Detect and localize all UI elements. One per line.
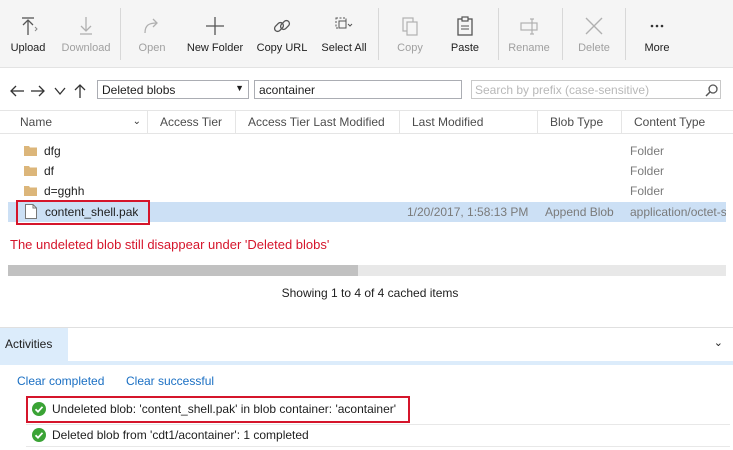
rename-label: Rename xyxy=(508,42,550,54)
copy-button[interactable]: Copy xyxy=(394,0,426,68)
clear-successful-link[interactable]: Clear successful xyxy=(126,374,214,388)
rename-button[interactable]: Rename xyxy=(508,0,550,68)
row-content-type: Folder xyxy=(630,164,665,178)
row-last-modified: 1/20/2017, 1:58:13 PM xyxy=(407,205,529,219)
horizontal-scrollbar[interactable] xyxy=(8,265,726,276)
new-folder-button[interactable]: New Folder xyxy=(187,0,243,68)
paste-label: Paste xyxy=(450,42,480,54)
row-name: dfg xyxy=(44,144,61,158)
folder-icon xyxy=(24,186,37,196)
scrollbar-thumb[interactable] xyxy=(8,265,358,276)
activities-divider xyxy=(0,361,733,365)
select-all-label: Select All xyxy=(321,42,367,54)
column-name-label: Name xyxy=(20,115,53,129)
toolbar: Upload Download Open New Folder Copy URL… xyxy=(0,0,733,68)
row-content-type: application/octet-s xyxy=(630,205,726,219)
row-content-type: Folder xyxy=(630,184,665,198)
column-content-type[interactable]: Content Type xyxy=(622,111,733,133)
table-row[interactable]: d=gghh Folder xyxy=(8,181,726,201)
up-button[interactable] xyxy=(71,82,89,100)
open-label: Open xyxy=(138,42,166,54)
copy-label: Copy xyxy=(397,42,423,54)
column-header-row: Name ⌄ Access Tier Access Tier Last Modi… xyxy=(0,110,733,134)
delete-icon xyxy=(585,17,603,35)
delete-button[interactable]: Delete xyxy=(578,0,610,68)
activity-item[interactable]: Deleted blob from 'cdt1/acontainer': 1 c… xyxy=(30,425,730,445)
address-bar: Deleted blobs ▼ acontainer Search by pre… xyxy=(0,78,733,104)
rename-icon xyxy=(520,18,538,35)
activities-bar: Activities ⌄ xyxy=(0,327,733,361)
column-blob-type[interactable]: Blob Type xyxy=(538,111,622,133)
copy-icon xyxy=(402,17,418,36)
annotation-note: The undeleted blob still disappear under… xyxy=(10,237,330,252)
caret-down-icon: ▼ xyxy=(235,83,244,93)
open-button[interactable]: Open xyxy=(136,0,168,68)
upload-label: Upload xyxy=(10,42,46,54)
new-folder-label: New Folder xyxy=(186,42,244,54)
search-input[interactable]: Search by prefix (case-sensitive) xyxy=(471,80,721,99)
tab-activities[interactable]: Activities xyxy=(0,328,68,361)
highlight-box xyxy=(16,200,150,225)
more-button[interactable]: More xyxy=(642,0,672,68)
chevron-down-icon[interactable]: ⌄ xyxy=(714,336,723,349)
toolbar-separator xyxy=(625,8,626,60)
more-label: More xyxy=(644,42,670,54)
view-dropdown[interactable]: Deleted blobs ▼ xyxy=(97,80,249,99)
column-last-modified[interactable]: Last Modified xyxy=(400,111,538,133)
toolbar-separator xyxy=(120,8,121,60)
clear-completed-link[interactable]: Clear completed xyxy=(17,374,104,388)
arrow-right-icon xyxy=(31,85,45,97)
activity-text: Deleted blob from 'cdt1/acontainer': 1 c… xyxy=(52,428,309,442)
more-icon xyxy=(650,24,664,28)
folder-icon xyxy=(24,166,37,176)
column-name[interactable]: Name ⌄ xyxy=(8,111,148,133)
row-name: df xyxy=(44,164,55,178)
paste-button[interactable]: Paste xyxy=(448,0,482,68)
toolbar-separator xyxy=(378,8,379,60)
delete-label: Delete xyxy=(578,42,610,54)
status-text: Showing 1 to 4 of 4 cached items xyxy=(281,286,459,300)
upload-button[interactable]: Upload xyxy=(10,0,46,68)
folder-icon xyxy=(24,146,37,156)
column-access-tier-last-modified[interactable]: Access Tier Last Modified xyxy=(236,111,400,133)
forward-button[interactable] xyxy=(29,82,47,100)
download-button[interactable]: Download xyxy=(62,0,110,68)
paste-icon xyxy=(457,16,473,36)
back-button[interactable] xyxy=(8,82,26,100)
copy-url-button[interactable]: Copy URL xyxy=(257,0,307,68)
arrow-left-icon xyxy=(10,85,24,97)
toolbar-separator xyxy=(562,8,563,60)
column-access-tier[interactable]: Access Tier xyxy=(148,111,236,133)
chevron-down-icon xyxy=(54,87,66,96)
open-icon xyxy=(144,18,158,34)
view-dropdown-value: Deleted blobs xyxy=(102,83,176,97)
select-all-button[interactable]: Select All xyxy=(321,0,367,68)
upload-icon xyxy=(22,17,38,35)
arrow-up-icon xyxy=(74,84,86,98)
success-check-icon xyxy=(32,428,46,442)
search-icon[interactable] xyxy=(705,83,719,97)
plus-icon xyxy=(206,17,224,35)
table-row[interactable]: dfg Folder xyxy=(8,141,726,161)
recent-locations-button[interactable] xyxy=(51,82,69,100)
link-icon xyxy=(273,19,291,33)
highlight-box xyxy=(26,396,410,423)
copy-url-label: Copy URL xyxy=(256,42,308,54)
download-icon xyxy=(80,17,92,35)
row-content-type: Folder xyxy=(630,144,665,158)
row-blob-type: Append Blob xyxy=(545,205,614,219)
chevron-down-icon: ⌄ xyxy=(132,116,141,127)
row-name: d=gghh xyxy=(44,184,85,198)
download-label: Download xyxy=(61,42,111,54)
table-row[interactable]: df Folder xyxy=(8,161,726,181)
container-path-field[interactable]: acontainer xyxy=(254,80,462,99)
select-all-icon xyxy=(335,17,353,29)
activity-divider xyxy=(26,446,730,447)
toolbar-separator xyxy=(498,8,499,60)
